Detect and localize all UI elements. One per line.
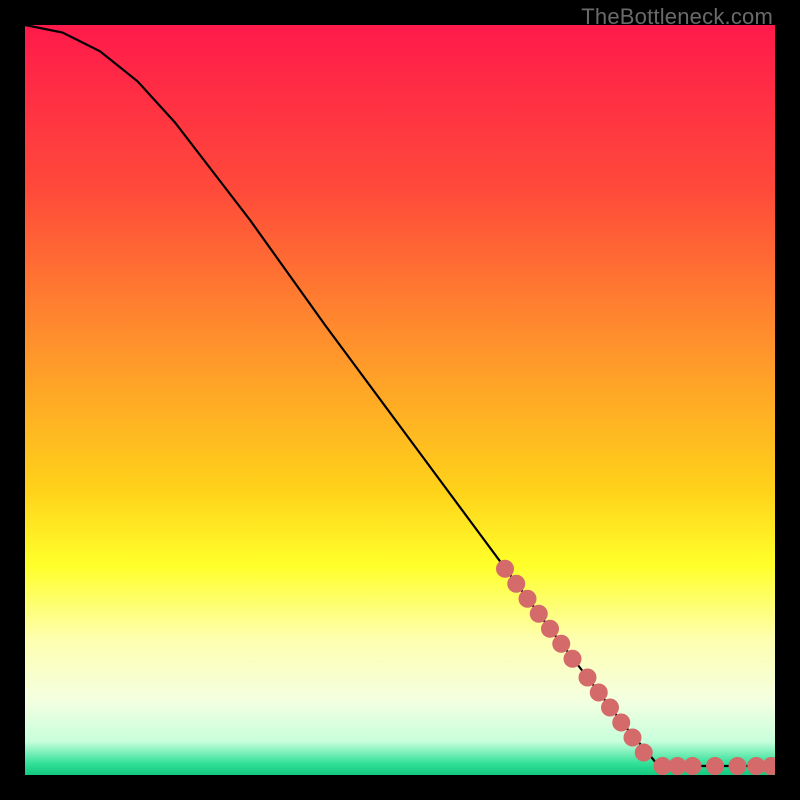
- data-dot: [612, 714, 630, 732]
- data-dot: [590, 684, 608, 702]
- data-dot: [601, 699, 619, 717]
- data-dot: [496, 560, 514, 578]
- chart-frame: TheBottleneck.com: [0, 0, 800, 800]
- gradient-background: [25, 25, 775, 775]
- data-dot: [530, 605, 548, 623]
- data-dot: [729, 757, 747, 775]
- data-dot: [635, 744, 653, 762]
- data-dot: [624, 729, 642, 747]
- data-dot: [507, 575, 525, 593]
- data-dot: [684, 757, 702, 775]
- plot-area: [25, 25, 775, 775]
- data-dot: [579, 669, 597, 687]
- chart-svg: [25, 25, 775, 775]
- data-dot: [706, 757, 724, 775]
- data-dot: [564, 650, 582, 668]
- data-dot: [552, 635, 570, 653]
- data-dot: [541, 620, 559, 638]
- data-dot: [519, 590, 537, 608]
